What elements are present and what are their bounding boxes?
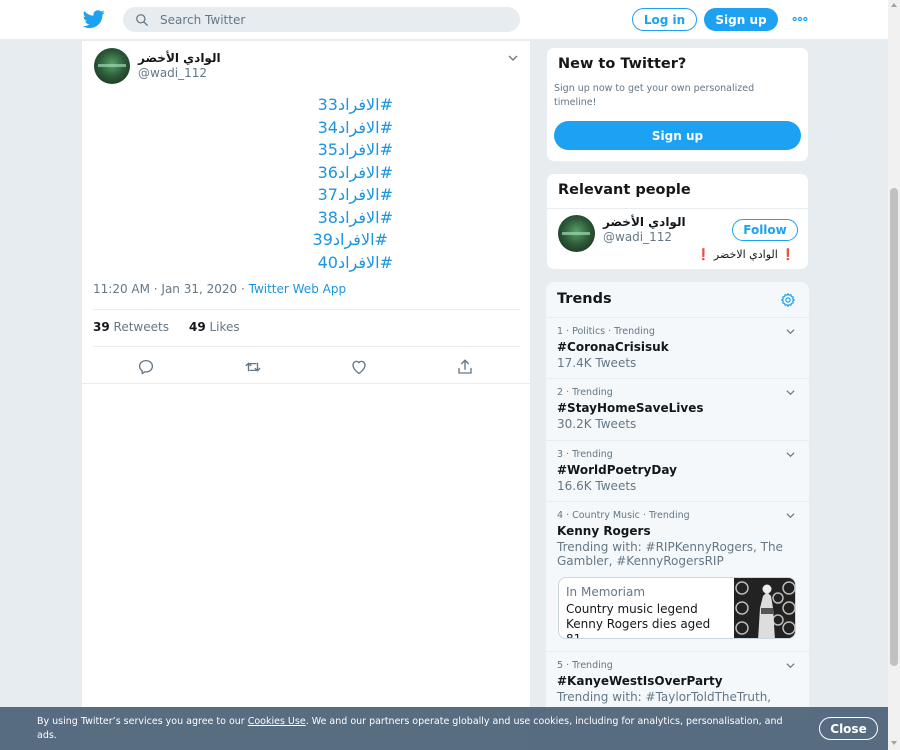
tweet-stats: 39 Retweets 49 Likes	[93, 320, 240, 334]
news-thumbnail	[734, 578, 795, 638]
trends-title: Trends	[557, 291, 612, 307]
divider	[93, 309, 520, 310]
retweets-stat[interactable]: 39 Retweets	[93, 320, 169, 334]
login-button[interactable]: Log in	[632, 8, 697, 31]
retweet-icon[interactable]	[244, 358, 262, 376]
share-icon[interactable]	[456, 358, 474, 376]
chevron-down-icon[interactable]	[785, 510, 796, 521]
hashtag-link[interactable]: #الافراد37	[93, 184, 393, 207]
hashtag-link[interactable]: #الافراد33	[93, 94, 393, 117]
scrollbar-thumb[interactable]	[890, 188, 898, 666]
trend-meta: 4 · Country Music · Trending	[557, 510, 690, 521]
twitter-bird-icon[interactable]	[83, 8, 105, 30]
chevron-down-icon[interactable]	[785, 660, 796, 671]
trend-name[interactable]: #CoronaCrisisuk	[557, 340, 669, 354]
trend-item[interactable]: 4 · Country Music · Trending Kenny Roger…	[546, 501, 809, 651]
person-bio: ❗ الوادي الاخضر ❗	[696, 248, 795, 261]
trend-item[interactable]: 2 · Trending #StayHomeSaveLives 30.2K Tw…	[546, 378, 809, 440]
chevron-down-icon[interactable]	[507, 52, 519, 64]
hashtag-link[interactable]: #الافراد40	[93, 252, 393, 275]
chevron-down-icon[interactable]	[785, 387, 796, 398]
top-navigation-bar: Log in Sign up	[0, 0, 888, 40]
trend-tweet-count: 17.4K Tweets	[557, 356, 637, 370]
trend-meta: 2 · Trending	[557, 387, 613, 398]
chevron-down-icon[interactable]	[785, 449, 796, 460]
news-headline: Country music legend Kenny Rogers dies a…	[566, 602, 711, 639]
tweet-metadata: 11:20 AM · Jan 31, 2020 · Twitter Web Ap…	[93, 282, 346, 296]
likes-stat[interactable]: 49 Likes	[189, 320, 240, 334]
trend-name[interactable]: #StayHomeSaveLives	[557, 401, 703, 415]
tweet-text: #الافراد33 #الافراد34 #الافراد35 #الافرا…	[93, 94, 393, 274]
trend-name[interactable]: Kenny Rogers	[557, 524, 651, 538]
trend-meta: 3 · Trending	[557, 449, 613, 460]
search-box[interactable]	[123, 7, 520, 32]
trend-name[interactable]: #WorldPoetryDay	[557, 463, 677, 477]
scroll-up-arrow-icon[interactable]	[891, 3, 897, 7]
follow-button[interactable]: Follow	[732, 219, 798, 241]
hashtag-link[interactable]: #الافراد38	[93, 207, 393, 230]
more-options-icon[interactable]	[792, 11, 808, 27]
scroll-down-arrow-icon[interactable]	[891, 741, 897, 745]
trend-item[interactable]: 1 · Politics · Trending #CoronaCrisisuk …	[546, 317, 809, 378]
meta-separator: ·	[237, 282, 249, 296]
likes-count: 49	[188, 320, 206, 334]
trend-related: Trending with: #TaylorToldTheTruth,	[557, 690, 772, 704]
trend-tweet-count: 16.6K Tweets	[557, 479, 637, 493]
trend-tweet-count: 30.2K Tweets	[557, 417, 637, 431]
signup-button[interactable]: Sign up	[704, 8, 778, 31]
hashtag-link[interactable]: #الافراد35	[93, 139, 393, 162]
divider	[93, 346, 520, 347]
divider	[547, 208, 808, 209]
hashtag-link[interactable]: #الافراد36	[93, 162, 393, 185]
news-card[interactable]: In Memoriam Country music legend Kenny R…	[558, 577, 796, 639]
trend-meta: 5 · Trending	[557, 660, 613, 671]
new-to-twitter-title: New to Twitter?	[558, 56, 687, 72]
news-source: In Memoriam	[566, 585, 646, 599]
signup-card-button[interactable]: Sign up	[554, 121, 801, 150]
author-name[interactable]: الوادي الأخضر	[138, 51, 221, 65]
retweets-count: 39	[93, 320, 110, 334]
gear-icon[interactable]	[780, 292, 796, 308]
tweet-detail-panel: الوادي الأخضر @wadi_112 #الافراد33 #الاف…	[81, 41, 531, 750]
like-heart-icon[interactable]	[350, 358, 368, 376]
author-avatar[interactable]	[94, 48, 130, 84]
chevron-down-icon[interactable]	[785, 326, 796, 337]
trend-meta: 1 · Politics · Trending	[557, 326, 655, 337]
close-cookie-banner-button[interactable]: Close	[819, 717, 878, 740]
cookies-use-link[interactable]: Cookies Use	[248, 716, 306, 727]
divider	[82, 383, 530, 384]
trend-name[interactable]: #KanyeWestIsOverParty	[557, 674, 723, 688]
likes-label: Likes	[209, 320, 240, 334]
trends-card: Trends 1 · Politics · Trending #CoronaCr…	[546, 282, 809, 722]
trend-related: Trending with: #RIPKennyRogers, The Gamb…	[557, 540, 783, 568]
search-input[interactable]	[160, 12, 500, 27]
hashtag-link[interactable]: #الافراد39	[93, 229, 393, 252]
source-app-link[interactable]: Twitter Web App	[249, 282, 346, 296]
search-icon	[136, 13, 148, 26]
retweets-label: Retweets	[113, 320, 169, 334]
relevant-people-title: Relevant people	[558, 182, 691, 198]
person-avatar[interactable]	[558, 215, 595, 252]
cookie-text-part: By using Twitter’s services you agree to…	[37, 716, 248, 727]
cookie-consent-banner: By using Twitter’s services you agree to…	[0, 707, 888, 750]
author-handle[interactable]: @wadi_112	[138, 66, 207, 80]
new-to-twitter-card: New to Twitter? Sign up now to get your …	[546, 47, 809, 162]
person-name[interactable]: الوادي الأخضر	[603, 215, 686, 229]
new-to-twitter-text: Sign up now to get your own personalized…	[554, 83, 755, 108]
person-handle[interactable]: @wadi_112	[603, 230, 672, 244]
tweet-timestamp[interactable]: 11:20 AM · Jan 31, 2020	[93, 282, 237, 296]
reply-icon[interactable]	[137, 358, 155, 376]
trend-item[interactable]: 3 · Trending #WorldPoetryDay 16.6K Tweet…	[546, 440, 809, 501]
cookie-text: By using Twitter’s services you agree to…	[37, 715, 797, 743]
hashtag-link[interactable]: #الافراد34	[93, 117, 393, 140]
tweet-actions	[82, 354, 530, 382]
relevant-people-card: Relevant people الوادي الأخضر @wadi_112 …	[546, 173, 809, 270]
